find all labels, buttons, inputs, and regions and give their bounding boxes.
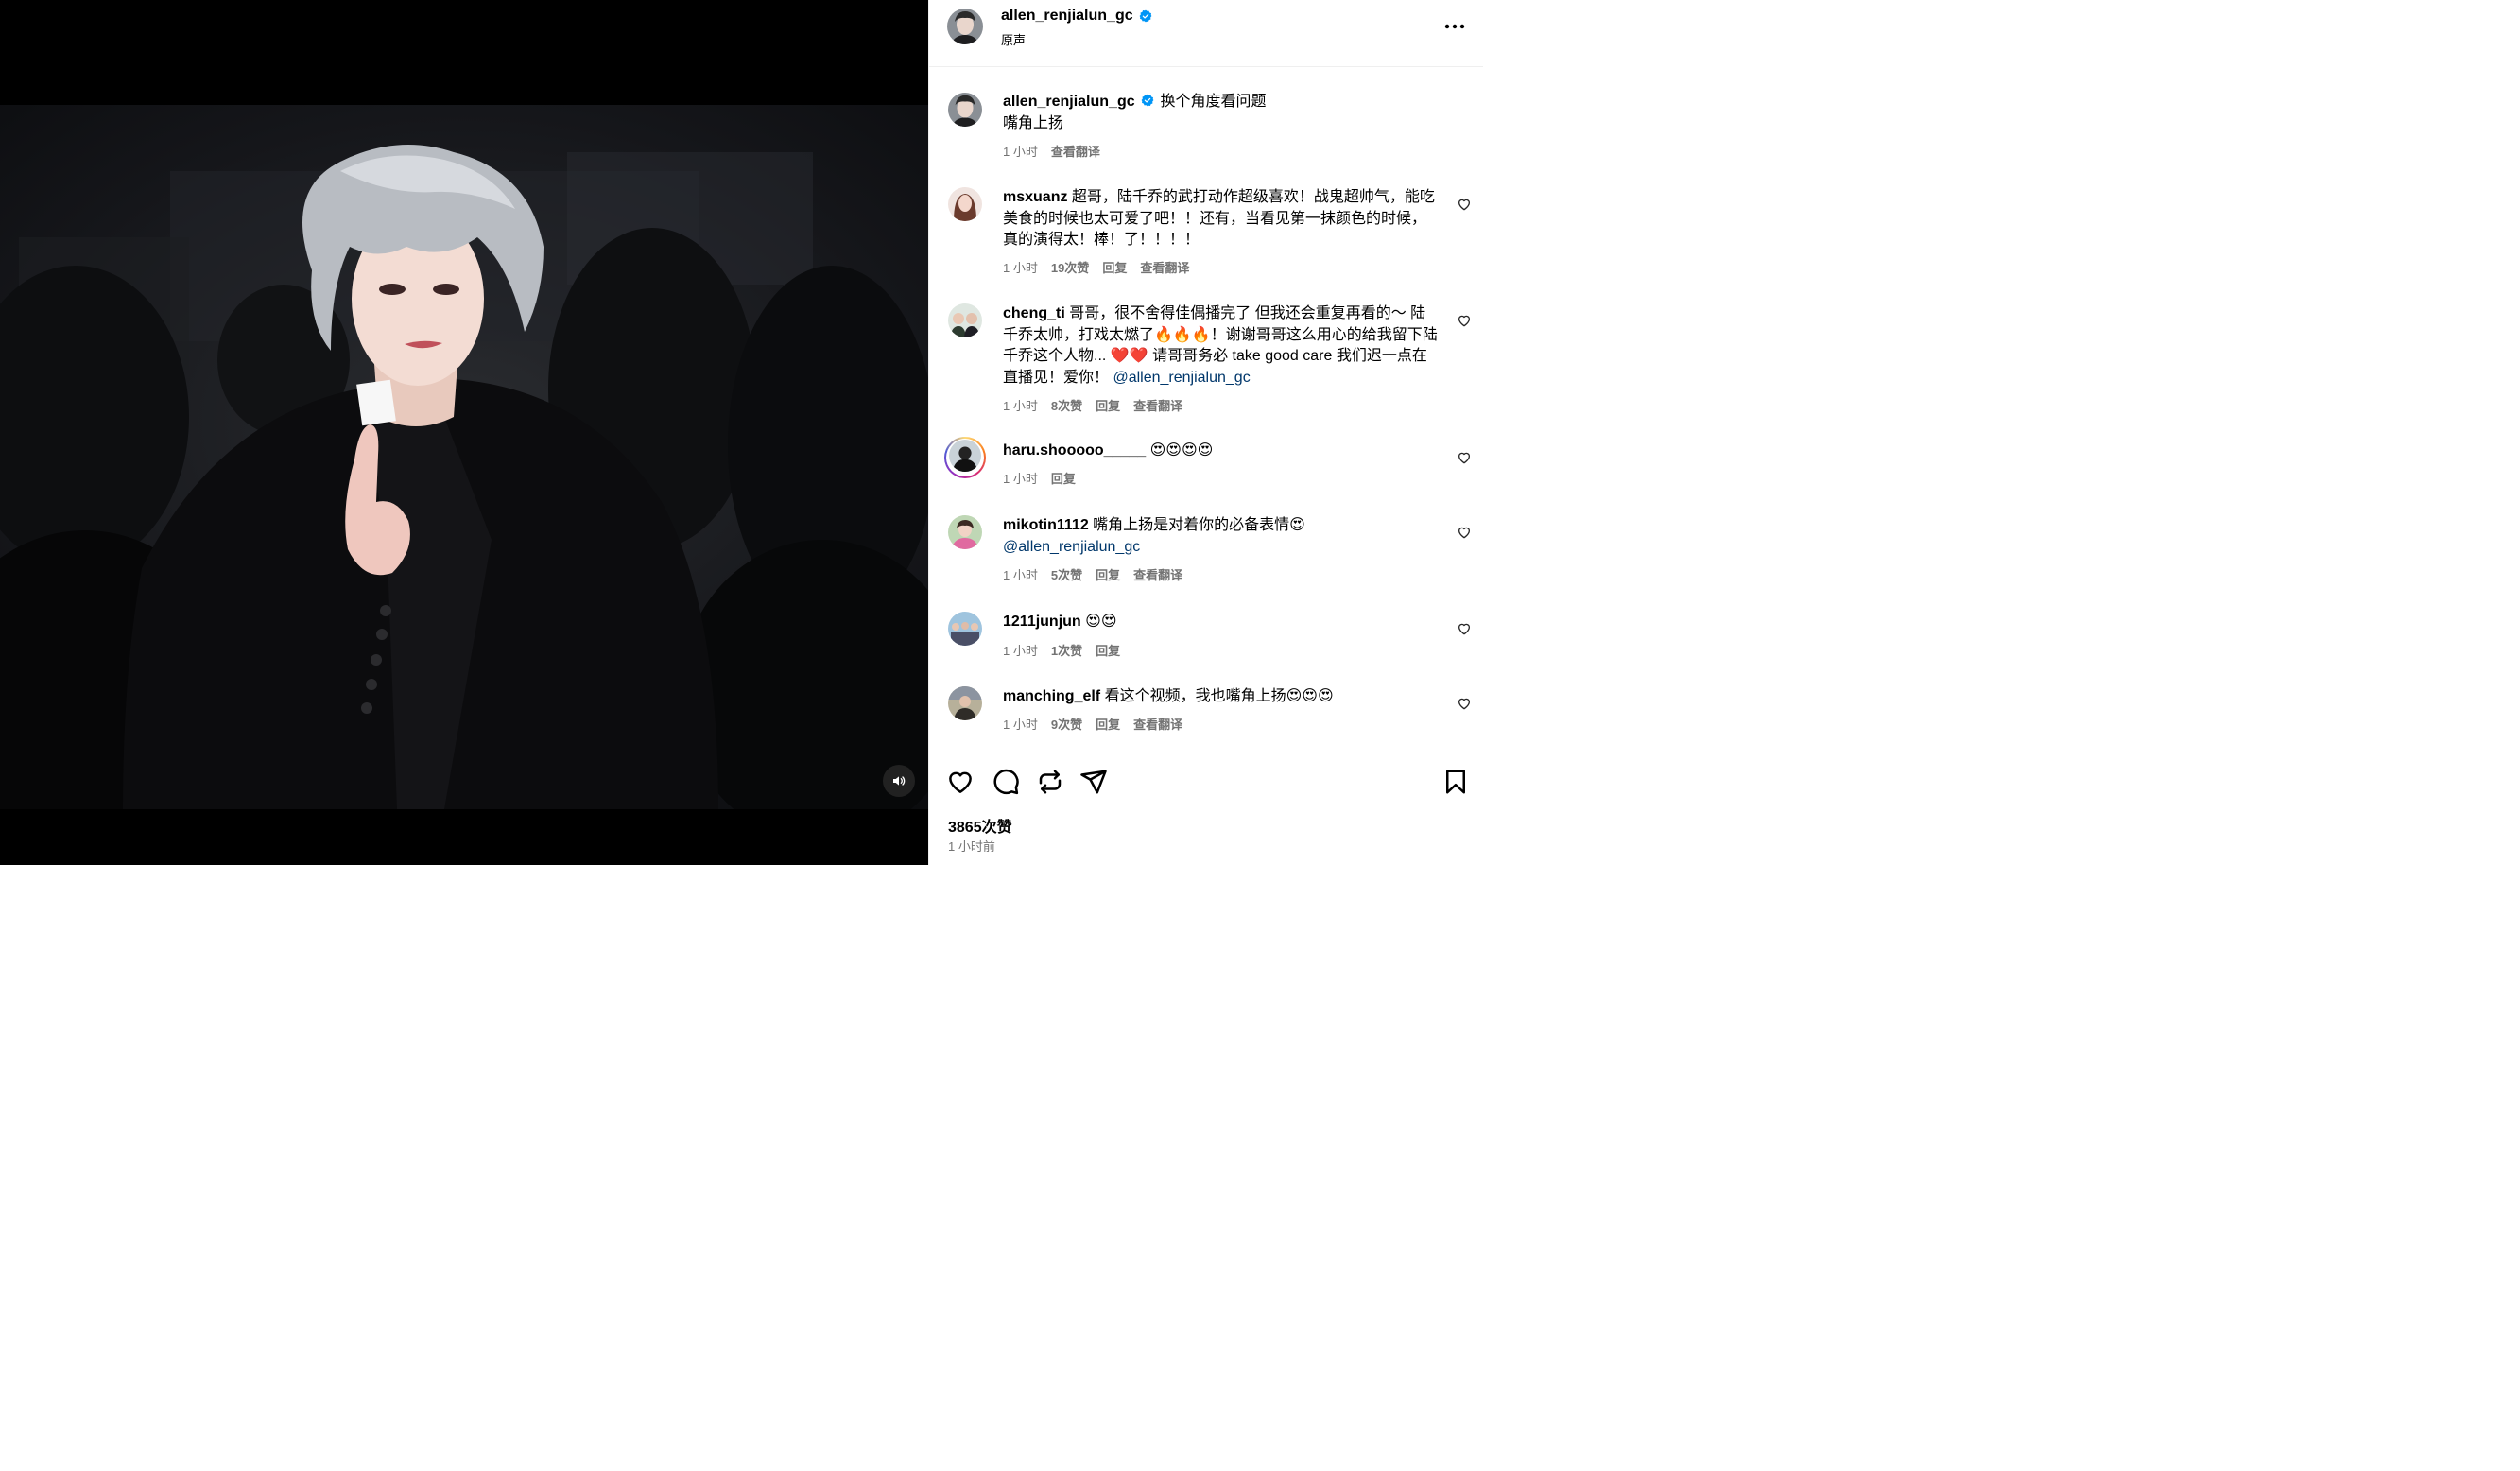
comment-meta: 1 小时 1次赞 回复 xyxy=(1003,641,1120,659)
share-icon[interactable] xyxy=(1079,768,1108,796)
reply-button[interactable]: 回复 xyxy=(1096,715,1120,733)
heart-icon[interactable] xyxy=(1457,696,1472,711)
comment-body: 1211junjun 😍😍 xyxy=(1003,612,1438,633)
heart-icon[interactable] xyxy=(1457,525,1472,540)
comment-time[interactable]: 1 小时 xyxy=(1003,258,1038,276)
post-sidebar: allen_renjialun_gc 原声 allen_renjialun_gc… xyxy=(928,0,1483,865)
audio-label[interactable]: 原声 xyxy=(1001,30,1026,48)
comment-mention-link[interactable]: @allen_renjialun_gc xyxy=(1003,539,1140,555)
comment-username[interactable]: manching_elf xyxy=(1003,688,1100,704)
caption-username[interactable]: allen_renjialun_gc xyxy=(1003,94,1135,110)
author-username-row: allen_renjialun_gc xyxy=(1001,8,1152,25)
caption-text-line2: 嘴角上扬 xyxy=(1003,114,1064,131)
comment-meta: 1 小时 5次赞 回复 查看翻译 xyxy=(1003,565,1182,583)
comment-body: haru.shooooo_____ 😍😍😍😍 xyxy=(1003,441,1438,462)
caption-text: 换个角度看问题 xyxy=(1160,94,1267,110)
comment-likes[interactable]: 9次赞 xyxy=(1051,715,1082,733)
translate-button[interactable]: 查看翻译 xyxy=(1133,396,1182,414)
comment-body: mikotin1112 嘴角上扬是对着你的必备表情😍 @allen_renjia… xyxy=(1003,515,1438,558)
heart-icon[interactable] xyxy=(1457,197,1472,212)
comment-body: manching_elf 看这个视频，我也嘴角上扬😍😍😍 xyxy=(1003,686,1438,708)
sound-toggle-button[interactable] xyxy=(883,765,915,797)
author-username[interactable]: allen_renjialun_gc xyxy=(1001,8,1133,25)
comment-likes[interactable]: 5次赞 xyxy=(1051,565,1082,583)
heart-icon[interactable] xyxy=(1457,313,1472,328)
comment-likes[interactable]: 19次赞 xyxy=(1051,258,1089,276)
caption-translate-button[interactable]: 查看翻译 xyxy=(1051,142,1100,160)
comment-text: 😍😍 xyxy=(1085,614,1117,630)
caption-time[interactable]: 1 小时 xyxy=(1003,142,1038,160)
comment-text: 超哥，陆千乔的武打动作超级喜欢！战鬼超帅气，能吃美食的时候也太可爱了吧！！还有，… xyxy=(1003,189,1435,248)
translate-button[interactable]: 查看翻译 xyxy=(1133,565,1182,583)
like-count[interactable]: 3865次赞 xyxy=(948,814,1012,837)
comment-text: 看这个视频，我也嘴角上扬😍😍😍 xyxy=(1104,688,1334,704)
reel-video[interactable] xyxy=(0,105,928,809)
post-header: allen_renjialun_gc 原声 xyxy=(929,0,1483,67)
caption-body: allen_renjialun_gc 换个角度看问题 嘴角上扬 xyxy=(1003,92,1438,134)
comment-text: 😍😍😍😍 xyxy=(1149,442,1214,459)
bookmark-icon[interactable] xyxy=(1441,768,1470,796)
comment-username[interactable]: msxuanz xyxy=(1003,189,1067,205)
verified-badge-icon xyxy=(1139,9,1152,23)
commenter-avatar[interactable] xyxy=(948,187,982,221)
comment-time[interactable]: 1 小时 xyxy=(1003,565,1038,583)
comment-meta: 1 小时 9次赞 回复 查看翻译 xyxy=(1003,715,1182,733)
post-viewer: allen_renjialun_gc 原声 allen_renjialun_gc… xyxy=(0,0,1483,865)
commenter-avatar[interactable] xyxy=(948,303,982,337)
repost-icon[interactable] xyxy=(1036,768,1064,796)
more-options-button[interactable] xyxy=(1441,13,1468,40)
comment-body: msxuanz 超哥，陆千乔的武打动作超级喜欢！战鬼超帅气，能吃美食的时候也太可… xyxy=(1003,187,1438,251)
reply-button[interactable]: 回复 xyxy=(1096,641,1120,659)
comment-username[interactable]: haru.shooooo_____ xyxy=(1003,442,1146,459)
more-horizontal-icon xyxy=(1444,24,1465,29)
verified-badge-icon xyxy=(1141,94,1154,107)
comment-meta: 1 小时 8次赞 回复 查看翻译 xyxy=(1003,396,1182,414)
comment-meta: 1 小时 19次赞 回复 查看翻译 xyxy=(1003,258,1189,276)
reply-button[interactable]: 回复 xyxy=(1096,396,1120,414)
comment-time[interactable]: 1 小时 xyxy=(1003,715,1038,733)
comment-icon[interactable] xyxy=(992,768,1020,796)
caption-avatar[interactable] xyxy=(948,93,982,127)
comment-likes[interactable]: 1次赞 xyxy=(1051,641,1082,659)
comment-meta: 1 小时 回复 xyxy=(1003,469,1076,487)
commenter-avatar[interactable] xyxy=(948,612,982,646)
comment-username[interactable]: 1211junjun xyxy=(1003,614,1081,630)
comment-username[interactable]: mikotin1112 xyxy=(1003,517,1089,533)
video-still xyxy=(0,145,928,809)
heart-icon[interactable] xyxy=(946,768,975,796)
commenter-avatar[interactable] xyxy=(948,686,982,720)
action-bar xyxy=(929,762,1483,804)
comment-username[interactable]: cheng_ti xyxy=(1003,305,1065,321)
heart-icon[interactable] xyxy=(1457,450,1472,465)
comment-likes[interactable]: 8次赞 xyxy=(1051,396,1082,414)
post-timestamp[interactable]: 1 小时前 xyxy=(948,837,995,855)
translate-button[interactable]: 查看翻译 xyxy=(1133,715,1182,733)
heart-icon[interactable] xyxy=(1457,621,1472,636)
comment-time[interactable]: 1 小时 xyxy=(1003,469,1038,487)
comment-time[interactable]: 1 小时 xyxy=(1003,641,1038,659)
comment-mention-link[interactable]: @allen_renjialun_gc xyxy=(1113,370,1250,386)
caption-meta: 1 小时 查看翻译 xyxy=(1003,142,1100,160)
comment-body: cheng_ti 哥哥，很不舍得佳偶播完了 但我还会重复再看的～ 陆千乔太帅，打… xyxy=(1003,303,1438,389)
comment-time[interactable]: 1 小时 xyxy=(1003,396,1038,414)
reply-button[interactable]: 回复 xyxy=(1051,469,1076,487)
speaker-icon xyxy=(893,776,906,786)
comment-text: 嘴角上扬是对着你的必备表情😍 xyxy=(1093,517,1305,533)
commenter-avatar[interactable] xyxy=(948,515,982,549)
commenter-avatar[interactable] xyxy=(949,440,981,472)
reply-button[interactable]: 回复 xyxy=(1096,565,1120,583)
comments-list[interactable]: allen_renjialun_gc 换个角度看问题 嘴角上扬 1 小时 查看翻… xyxy=(929,66,1483,753)
reply-button[interactable]: 回复 xyxy=(1102,258,1127,276)
translate-button[interactable]: 查看翻译 xyxy=(1140,258,1189,276)
media-pane xyxy=(0,0,928,865)
author-avatar[interactable] xyxy=(947,9,983,44)
